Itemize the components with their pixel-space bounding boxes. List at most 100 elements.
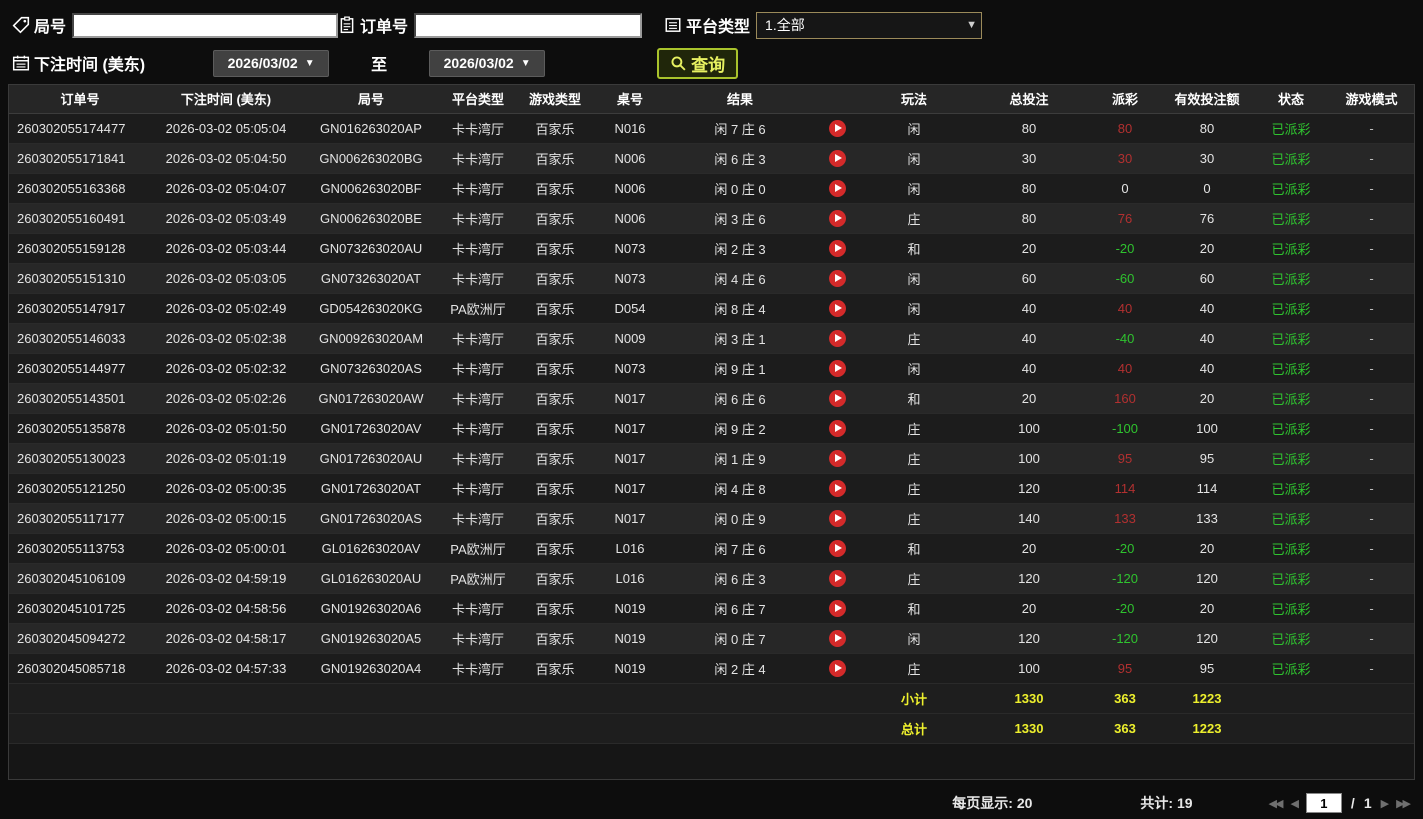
replay-button[interactable] [828,509,846,527]
cell-platform: 卡卡湾厅 [441,263,515,294]
cell-order_id: 260302055159128 [9,233,151,264]
replay-button[interactable] [828,539,846,557]
cell-payout: 40 [1089,293,1161,324]
first-page-icon[interactable]: ◀◀ [1269,797,1284,810]
replay-button[interactable] [828,419,846,437]
prev-page-icon[interactable]: ◀ [1290,797,1299,810]
cell-play_type: 庄 [859,203,969,234]
cell-platform: 卡卡湾厅 [441,233,515,264]
cell-mode: - [1329,263,1414,294]
table-row: 260302055147917 2026-03-02 05:02:49 GD0542… [9,293,1414,324]
cell-status: 已派彩 [1253,323,1329,354]
table-row: 260302055117177 2026-03-02 05:00:15 GN0172… [9,503,1414,534]
replay-button[interactable] [828,389,846,407]
cell-platform: 卡卡湾厅 [441,143,515,174]
cell-bet_time: 2026-03-02 05:01:19 [151,443,301,474]
play-icon [834,664,842,673]
replay-button[interactable] [828,239,846,257]
query-button[interactable]: 查询 [657,47,739,79]
cell-play_type: 庄 [859,473,969,504]
date-from-button[interactable]: 2026/03/02 ▼ [213,49,330,77]
replay-button[interactable] [828,569,846,587]
cell-play_type: 庄 [859,413,969,444]
summary-label: 总计 [859,713,969,744]
cell-replay [815,383,859,414]
cell-mode: - [1329,353,1414,384]
col-header-game_type: 游戏类型 [515,85,595,114]
col-header-mode: 游戏模式 [1329,85,1414,114]
play-icon [834,454,842,463]
replay-button[interactable] [828,179,846,197]
replay-button[interactable] [828,299,846,317]
cell-round_id: GN019263020A4 [301,653,441,684]
cell-total_bet: 120 [969,563,1089,594]
table-row: 260302045085718 2026-03-02 04:57:33 GN0192… [9,653,1414,684]
cell-mode: - [1329,323,1414,354]
round-input[interactable] [72,12,339,38]
summary-row: 总计 1330 363 1223 [9,713,1414,744]
table-row: 260302045094272 2026-03-02 04:58:17 GN0192… [9,623,1414,654]
cell-table_no: N006 [595,203,665,234]
cell-platform: 卡卡湾厅 [441,473,515,504]
col-header-round_id: 局号 [301,85,441,114]
cell-order_id: 260302055147917 [9,293,151,324]
platform-select[interactable]: 1.全部 ▼ [756,11,983,39]
play-icon [834,424,842,433]
play-icon [834,334,842,343]
calendar-icon [12,54,30,72]
cell-payout: -120 [1089,623,1161,654]
cell-replay [815,143,859,174]
table-row: 260302055130023 2026-03-02 05:01:19 GN0172… [9,443,1414,474]
table-row: 260302045106109 2026-03-02 04:59:19 GL0162… [9,563,1414,594]
replay-button[interactable] [828,479,846,497]
cell-valid_bet: 0 [1161,173,1253,204]
cell-result: 闲 3 庄 6 [665,203,815,234]
cell-table_no: N017 [595,383,665,414]
cell-total_bet: 20 [969,533,1089,564]
replay-button[interactable] [828,209,846,227]
last-page-icon[interactable]: ▶▶ [1396,797,1411,810]
page-input[interactable] [1305,793,1342,813]
cell-replay [815,503,859,534]
replay-button[interactable] [828,149,846,167]
replay-button[interactable] [828,359,846,377]
cell-payout: 40 [1089,353,1161,384]
cell-status: 已派彩 [1253,413,1329,444]
table-row: 260302055146033 2026-03-02 05:02:38 GN0092… [9,323,1414,354]
col-header-platform: 平台类型 [441,85,515,114]
cell-payout: 114 [1089,473,1161,504]
chevron-down-icon: ▼ [304,57,315,69]
replay-button[interactable] [828,449,846,467]
replay-button[interactable] [828,659,846,677]
date-to-button[interactable]: 2026/03/02 ▼ [429,49,546,77]
cell-order_id: 260302055151310 [9,263,151,294]
cell-play_type: 闲 [859,263,969,294]
table-row: 260302055113753 2026-03-02 05:00:01 GL0162… [9,533,1414,564]
table-row: 260302055159128 2026-03-02 05:03:44 GN0732… [9,233,1414,264]
next-page-icon[interactable]: ▶ [1381,797,1390,810]
play-icon [834,184,842,193]
clipboard-icon [338,16,356,34]
cell-table_no: N017 [595,413,665,444]
order-input[interactable] [414,12,643,38]
cell-order_id: 260302045085718 [9,653,151,684]
cell-valid_bet: 80 [1161,113,1253,144]
replay-button[interactable] [828,119,846,137]
cell-round_id: GN017263020AT [301,473,441,504]
cell-replay [815,473,859,504]
round-label: 局号 [34,19,67,36]
cell-bet_time: 2026-03-02 04:59:19 [151,563,301,594]
cell-replay [815,323,859,354]
cell-game_type: 百家乐 [515,113,595,144]
play-icon [834,604,842,613]
cell-result: 闲 6 庄 3 [665,143,815,174]
cell-play_type: 和 [859,593,969,624]
replay-button[interactable] [828,269,846,287]
cell-table_no: N016 [595,113,665,144]
col-header-order_id: 订单号 [9,85,151,114]
play-icon [834,214,842,223]
replay-button[interactable] [828,329,846,347]
replay-button[interactable] [828,629,846,647]
replay-button[interactable] [828,599,846,617]
cell-table_no: N019 [595,623,665,654]
